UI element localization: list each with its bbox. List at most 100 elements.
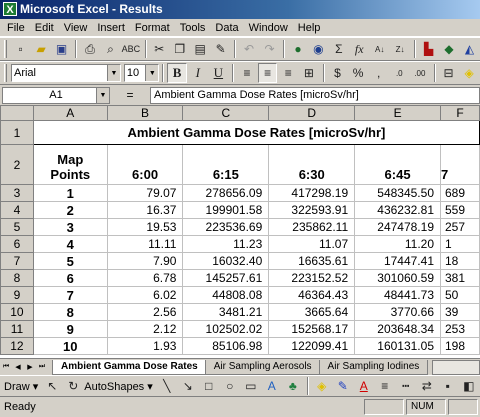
spreadsheet-grid[interactable]: A B C D E F 1 Ambient Gamma Dose Rates [… — [0, 105, 480, 358]
menu-data[interactable]: Data — [210, 20, 243, 36]
dose-rate-cell[interactable]: 2.12 — [106, 320, 184, 338]
dose-rate-cell[interactable]: 11.11 — [106, 235, 184, 253]
row-header[interactable]: 9 — [0, 286, 34, 304]
dose-rate-cell[interactable]: 235862.11 — [268, 218, 356, 236]
font-size-select[interactable]: 10 ▼ — [123, 64, 160, 82]
column-header[interactable]: E — [354, 105, 441, 121]
function-icon[interactable]: fx — [350, 39, 369, 59]
draw-menu-button[interactable]: Draw ▾ — [4, 380, 38, 393]
font-name-select[interactable]: Arial ▼ — [10, 64, 121, 82]
dose-rate-cell[interactable]: 18 — [440, 252, 480, 270]
select-all-corner[interactable] — [0, 105, 34, 121]
oval-icon[interactable]: ○ — [220, 376, 240, 396]
dose-rate-cell[interactable]: 48441.73 — [354, 286, 441, 304]
free-rotate-icon[interactable]: ↻ — [63, 376, 83, 396]
dose-rate-cell[interactable]: 17447.41 — [354, 252, 441, 270]
new-icon[interactable]: ▫ — [11, 39, 30, 59]
dose-rate-cell[interactable]: 3770.66 — [354, 303, 441, 321]
underline-icon[interactable]: U — [209, 63, 229, 83]
map-point-cell[interactable]: 3 — [32, 218, 108, 236]
dose-rate-cell[interactable]: 6.78 — [106, 269, 184, 287]
dose-rate-cell[interactable]: 145257.61 — [182, 269, 270, 287]
dose-rate-cell[interactable]: 11.20 — [354, 235, 441, 253]
menu-tools[interactable]: Tools — [175, 20, 211, 36]
next-sheet-icon[interactable]: ▶ — [24, 360, 36, 374]
dose-rate-cell[interactable]: 301060.59 — [354, 269, 441, 287]
row-header[interactable]: 11 — [0, 320, 34, 338]
row-header[interactable]: 7 — [0, 252, 34, 270]
chevron-down-icon[interactable]: ▼ — [145, 65, 159, 81]
dose-rate-cell[interactable]: 548345.50 — [354, 184, 441, 202]
dose-rate-cell[interactable]: 199901.58 — [182, 201, 270, 219]
map-point-cell[interactable]: 5 — [32, 252, 108, 270]
font-color-icon[interactable]: A — [354, 376, 374, 396]
chevron-down-icon[interactable]: ▼ — [96, 87, 109, 103]
menu-view[interactable]: View — [59, 20, 93, 36]
horizontal-scrollbar[interactable] — [432, 359, 480, 375]
row-header[interactable]: 1 — [0, 120, 34, 145]
dose-rate-cell[interactable]: 253 — [440, 320, 480, 338]
wordart-icon[interactable]: A — [262, 376, 282, 396]
dose-rate-cell[interactable]: 16.37 — [106, 201, 184, 219]
dose-rate-cell[interactable]: 257 — [440, 218, 480, 236]
row-header[interactable]: 2 — [0, 144, 34, 185]
column-header[interactable]: D — [268, 105, 356, 121]
formula-input[interactable]: Ambient Gamma Dose Rates [microSv/hr] — [150, 86, 480, 104]
sort-ascending-icon[interactable]: A↓ — [370, 39, 389, 59]
clip-art-icon[interactable]: ♣ — [283, 376, 303, 396]
cut-icon[interactable]: ✂ — [150, 39, 169, 59]
map-point-cell[interactable]: 2 — [32, 201, 108, 219]
map-point-cell[interactable]: 7 — [32, 286, 108, 304]
dose-rate-cell[interactable]: 198 — [440, 337, 480, 355]
row-header[interactable]: 6 — [0, 235, 34, 253]
dose-rate-cell[interactable]: 85106.98 — [182, 337, 270, 355]
dose-rate-cell[interactable]: 436232.81 — [354, 201, 441, 219]
dose-rate-cell[interactable]: 6.02 — [106, 286, 184, 304]
menu-edit[interactable]: Edit — [30, 20, 59, 36]
italic-icon[interactable]: I — [188, 63, 208, 83]
autoshapes-menu-button[interactable]: AutoShapes ▾ — [84, 380, 153, 393]
map-point-cell[interactable]: 6 — [32, 269, 108, 287]
shadow-icon[interactable]: ▪ — [438, 376, 458, 396]
fill-color-icon[interactable]: ◈ — [459, 63, 479, 83]
column-header[interactable]: C — [182, 105, 270, 121]
header-cell[interactable]: 7 — [440, 144, 480, 185]
dose-rate-cell[interactable]: 44808.08 — [182, 286, 270, 304]
line-style-icon[interactable]: ≡ — [375, 376, 395, 396]
web-toolbar-icon[interactable]: ◉ — [309, 39, 328, 59]
borders-icon[interactable]: ⊟ — [439, 63, 459, 83]
row-header[interactable]: 4 — [0, 201, 34, 219]
decrease-decimal-icon[interactable]: .00 — [410, 63, 430, 83]
prev-sheet-icon[interactable]: ◀ — [12, 360, 24, 374]
select-objects-icon[interactable]: ↖ — [42, 376, 62, 396]
map-point-cell[interactable]: 4 — [32, 235, 108, 253]
column-header[interactable]: A — [32, 105, 108, 121]
header-cell[interactable]: 6:00 — [106, 144, 184, 185]
row-header[interactable]: 12 — [0, 337, 34, 355]
align-right-icon[interactable]: ≡ — [278, 63, 298, 83]
equals-sign[interactable]: = — [110, 88, 150, 102]
dose-rate-cell[interactable]: 559 — [440, 201, 480, 219]
drawing-icon[interactable]: ◭ — [460, 39, 479, 59]
copy-icon[interactable]: ❐ — [170, 39, 189, 59]
dose-rate-cell[interactable]: 278656.09 — [182, 184, 270, 202]
dose-rate-cell[interactable]: 3481.21 — [182, 303, 270, 321]
redo-icon[interactable]: ↷ — [260, 39, 279, 59]
column-header[interactable]: F — [440, 105, 480, 121]
dose-rate-cell[interactable]: 247478.19 — [354, 218, 441, 236]
map-point-cell[interactable]: 8 — [32, 303, 108, 321]
line-color-icon[interactable]: ✎ — [333, 376, 353, 396]
dose-rate-cell[interactable]: 381 — [440, 269, 480, 287]
menu-insert[interactable]: Insert — [92, 20, 130, 36]
sheet-title-cell[interactable]: Ambient Gamma Dose Rates [microSv/hr] — [32, 120, 480, 145]
dose-rate-cell[interactable]: 11.07 — [268, 235, 356, 253]
dose-rate-cell[interactable]: 1 — [440, 235, 480, 253]
dose-rate-cell[interactable]: 223152.52 — [268, 269, 356, 287]
align-left-icon[interactable]: ≡ — [237, 63, 257, 83]
spelling-icon[interactable]: ABC — [121, 39, 141, 59]
merge-center-icon[interactable]: ⊞ — [299, 63, 319, 83]
last-sheet-icon[interactable]: ⏭ — [36, 360, 48, 374]
menu-window[interactable]: Window — [244, 20, 293, 36]
rectangle-icon[interactable]: □ — [199, 376, 219, 396]
chevron-down-icon[interactable]: ▼ — [106, 65, 120, 81]
